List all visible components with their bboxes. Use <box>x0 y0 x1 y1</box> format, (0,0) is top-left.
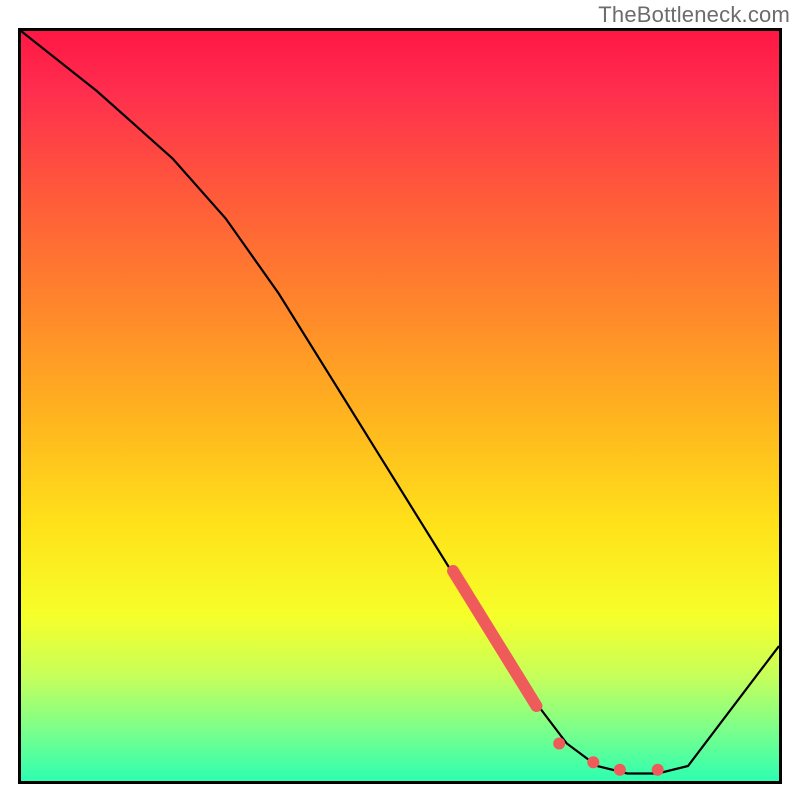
marker-dot-3 <box>614 764 626 776</box>
chart-wrap: TheBottleneck.com <box>0 0 800 800</box>
thick-marker-segment <box>453 571 536 706</box>
attribution-text: TheBottleneck.com <box>598 2 790 28</box>
marker-dot-1 <box>553 738 565 750</box>
curve-path <box>21 31 779 774</box>
marker-dot-2 <box>587 756 599 768</box>
chart-overlay <box>21 31 779 781</box>
marker-dot-4 <box>652 764 664 776</box>
plot-area <box>18 28 782 784</box>
